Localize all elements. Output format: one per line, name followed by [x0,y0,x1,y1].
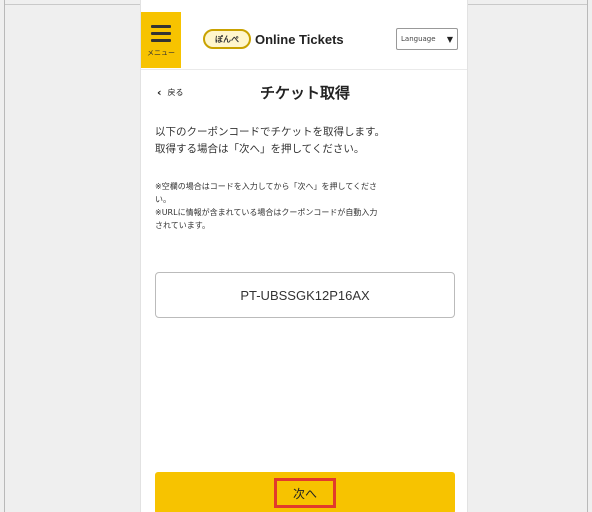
app-header: メニュー ぽんぺ Online Tickets Language ▼ [141,0,467,70]
frame-left-border [4,0,5,512]
hamburger-icon-bar [151,24,171,28]
next-button-highlight: 次へ [273,478,336,508]
description-line: 取得する場合は「次へ」を押してください。 [155,143,365,155]
frame-right-border [587,0,588,512]
hamburger-icon-bar [151,31,171,35]
note-line: されています。 [155,221,210,230]
next-button[interactable]: 次へ [155,472,455,512]
language-label: Language [401,35,436,43]
note-line: い。 [155,195,171,204]
note-line: ※URLに情報が含まれている場合はクーポンコードが自動入力 [155,208,378,217]
coupon-code-input[interactable] [155,272,455,318]
page-title: チケット取得 [259,84,350,102]
menu-label: メニュー [147,48,175,57]
next-button-label: 次へ [292,486,317,501]
app-logo[interactable]: ぽんぺ Online Tickets [203,28,344,50]
logo-badge-icon: ぽんぺ [203,29,251,49]
dropdown-caret-icon: ▼ [446,34,453,44]
description-line: 以下のクーポンコードでチケットを取得します。 [155,126,385,138]
language-select[interactable]: Language ▼ [396,28,458,50]
logo-text: Online Tickets [255,31,344,47]
description-text: 以下のクーポンコードでチケットを取得します。 取得する場合は「次へ」を押してくだ… [155,124,455,158]
note-line: ※空欄の場合はコードを入力してから「次へ」を押してくださ [155,182,377,191]
note-text: ※空欄の場合はコードを入力してから「次へ」を押してくださ い。 ※URLに情報が… [155,180,455,232]
menu-button[interactable]: メニュー [141,12,181,68]
mobile-screen: メニュー ぽんぺ Online Tickets Language ▼ ‹ 戻る … [140,0,468,512]
hamburger-icon-bar [151,38,171,42]
